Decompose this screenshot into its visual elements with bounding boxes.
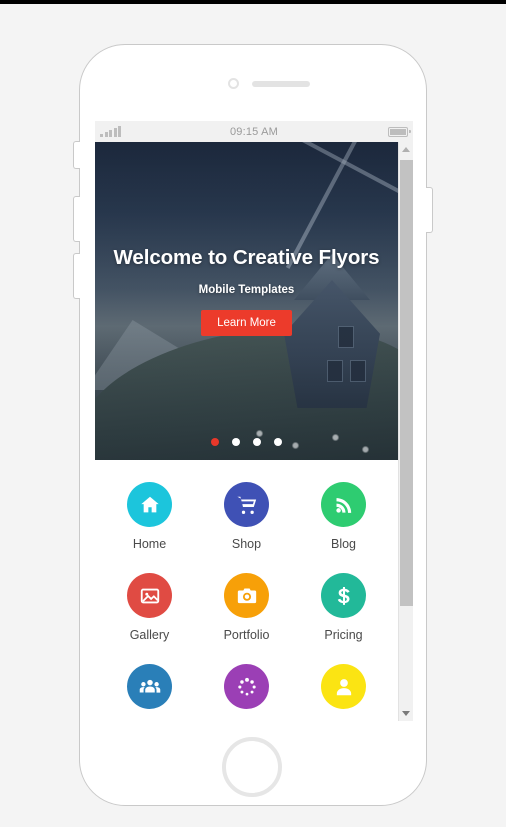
grid-tile-pricing[interactable]: Pricing (295, 573, 392, 642)
status-bar: 09:15 AM (95, 121, 413, 142)
grid-tile-home[interactable]: Home (101, 482, 198, 551)
phone-frame: 09:15 AM Welcome to Creative Flyors Mobi… (73, 44, 433, 806)
grid-tile-item-8[interactable] (198, 664, 295, 719)
grid-tile-blog[interactable]: Blog (295, 482, 392, 551)
scroll-viewport[interactable]: Welcome to Creative Flyors Mobile Templa… (95, 142, 413, 721)
grid-tile-label: Blog (330, 537, 357, 551)
carousel-dot-4[interactable] (274, 438, 282, 446)
carousel-dot-3[interactable] (253, 438, 261, 446)
icon-grid: Home Shop Blog Gallery Portfolio Pricing (95, 460, 398, 719)
users-icon[interactable] (127, 664, 172, 709)
image-icon[interactable] (127, 573, 172, 618)
vertical-scrollbar[interactable] (398, 142, 413, 721)
battery-full-icon (388, 126, 411, 137)
home-button[interactable] (222, 737, 282, 797)
grid-tile-item-9[interactable] (295, 664, 392, 719)
user-icon[interactable] (321, 664, 366, 709)
volume-up-button[interactable] (73, 196, 80, 242)
grid-tile-portfolio[interactable]: Portfolio (198, 573, 295, 642)
volume-down-button[interactable] (73, 253, 80, 299)
hero-copy: Welcome to Creative Flyors Mobile Templa… (95, 246, 398, 336)
grid-tile-label: Gallery (129, 628, 170, 642)
camera-icon[interactable] (224, 573, 269, 618)
scroll-thumb[interactable] (400, 160, 413, 606)
dots-circle-icon[interactable] (224, 664, 269, 709)
cart-icon[interactable] (224, 482, 269, 527)
grid-tile-label: Pricing (324, 628, 363, 642)
rss-icon[interactable] (321, 482, 366, 527)
carousel-dot-1[interactable] (211, 438, 219, 446)
power-button[interactable] (426, 187, 433, 233)
learn-more-button[interactable]: Learn More (201, 310, 292, 336)
front-camera-icon (228, 78, 239, 89)
grid-tile-shop[interactable]: Shop (198, 482, 295, 551)
status-bar-time: 09:15 AM (229, 125, 279, 138)
carousel-dot-2[interactable] (232, 438, 240, 446)
page-content: Welcome to Creative Flyors Mobile Templa… (95, 142, 398, 719)
grid-tile-label: Shop (231, 537, 262, 551)
dollar-icon[interactable] (321, 573, 366, 618)
grid-tile-item-7[interactable] (101, 664, 198, 719)
grid-tile-label: Home (132, 537, 167, 551)
silent-switch-button[interactable] (73, 141, 80, 169)
grid-tile-gallery[interactable]: Gallery (101, 573, 198, 642)
hero-carousel[interactable]: Welcome to Creative Flyors Mobile Templa… (95, 142, 398, 460)
home-icon[interactable] (127, 482, 172, 527)
hero-subtitle: Mobile Templates (198, 284, 295, 296)
phone-screen: 09:15 AM Welcome to Creative Flyors Mobi… (95, 121, 413, 721)
hero-title: Welcome to Creative Flyors (113, 246, 380, 269)
scroll-down-arrow[interactable] (399, 706, 413, 721)
scroll-up-arrow[interactable] (399, 142, 413, 157)
carousel-dots (95, 438, 398, 446)
grid-tile-label: Portfolio (223, 628, 270, 642)
earpiece-speaker (252, 81, 310, 87)
